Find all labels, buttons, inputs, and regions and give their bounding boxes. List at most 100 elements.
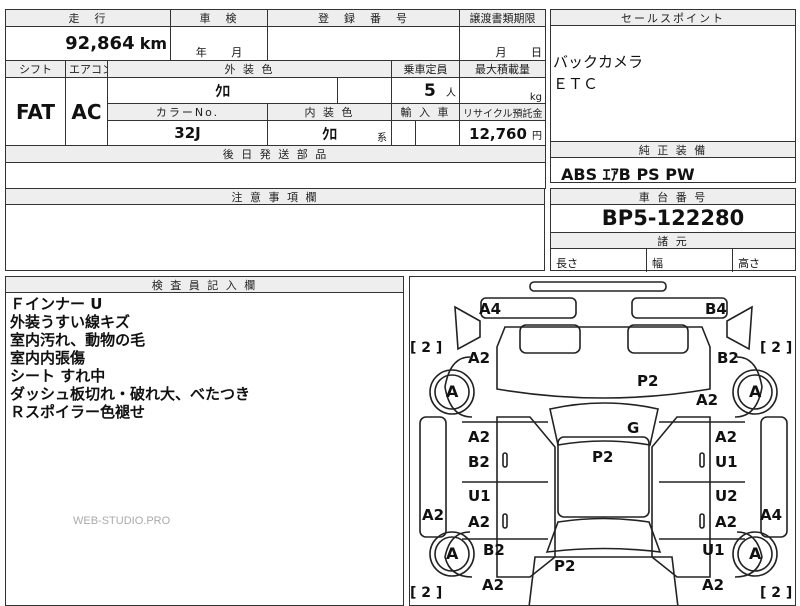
sales-point-item: バックカメラ: [553, 53, 644, 71]
bracket-bottom-right: [ 2 ]: [760, 585, 793, 601]
damage-mark-door-fr: A2: [715, 428, 738, 446]
exterior-color-extra: [337, 77, 393, 104]
chassis-label: 車 台 番 号: [551, 189, 795, 205]
inspection-cell: 年 月: [170, 26, 269, 61]
dimensions-row: 長さ 幅 高さ: [551, 249, 795, 272]
damage-mark-door-fl: A2: [468, 428, 491, 446]
tire-front-right: A: [749, 382, 762, 401]
recycle-value: 12,760: [469, 124, 527, 143]
damage-mark-fender-right-2: A2: [696, 391, 719, 409]
damage-mark-door-rr-2: A2: [715, 513, 738, 531]
inspector-note: ダッシュ板切れ・破れ大、べたつき: [10, 385, 251, 403]
damage-mark-quarter-right: U1: [702, 541, 725, 559]
transfer-cell: 月 日: [459, 26, 547, 61]
damage-mark-door-rl: U1: [468, 487, 491, 505]
recycle-cell: 12,760 円: [459, 120, 547, 146]
aircon-label: エアコン: [65, 60, 108, 78]
width-label: 幅: [647, 249, 733, 272]
damage-mark-sill-right: A4: [760, 506, 783, 524]
sales-point-item: ＥＴＣ: [553, 75, 599, 93]
capacity-unit: 人: [446, 87, 457, 99]
bracket-bottom-left: [ 2 ]: [410, 585, 443, 601]
notes-box: 注 意 事 項 欄: [5, 188, 545, 271]
notes-label: 注 意 事 項 欄: [6, 189, 544, 205]
import-value-a: [391, 120, 417, 146]
transfer-deadline-label: 譲渡書類期限: [459, 9, 547, 27]
damage-mark-rear-left: A2: [482, 576, 505, 594]
damage-mark-sill-left: A2: [422, 506, 445, 524]
sales-point-label: セールスポイント: [551, 10, 795, 26]
later-parts-value: [4, 162, 547, 189]
shift-value: FAT: [5, 77, 66, 146]
registration-label: 登 録 番 号: [267, 9, 461, 27]
exterior-color-value: ｸﾛ: [106, 77, 339, 104]
damage-mark-rear-right: A2: [702, 576, 725, 594]
chassis-box: 車 台 番 号 BP5-122280 諸 元 長さ 幅 高さ: [550, 188, 796, 272]
damage-mark-front-right: B4: [705, 300, 727, 318]
height-label: 高さ: [738, 257, 760, 270]
damage-diagram-box: A4 B4 [ 2 ] [ 2 ] A2 P2 B2 A2 A A G A2 B…: [409, 276, 796, 606]
inspection-year: 年: [195, 46, 207, 59]
damage-mark-hood: P2: [637, 372, 659, 390]
registration-value: [267, 26, 461, 61]
equipment-label: 純 正 装 備: [551, 142, 795, 158]
tire-rear-left: A: [446, 544, 459, 563]
inspector-label: 検 査 員 記 入 欄: [6, 277, 403, 293]
inspector-box: 検 査 員 記 入 欄 Ｆインナー U 外装うすい線キズ 室内汚れ、動物の毛 室…: [5, 276, 404, 606]
damage-mark-roof: P2: [592, 448, 614, 466]
inspector-notes-list: Ｆインナー U 外装うすい線キズ 室内汚れ、動物の毛 室内内張傷 シート すれ中…: [6, 293, 403, 421]
capacity-cell: 5 人: [391, 77, 461, 104]
import-value-b: [415, 120, 461, 146]
tire-rear-right: A: [749, 544, 762, 563]
interior-color-suffix: 系: [377, 133, 388, 144]
damage-mark-front-left: A4: [479, 300, 502, 318]
mileage-value: 92,864: [65, 33, 135, 54]
vehicle-info-table: 走 行 車 検 登 録 番 号 譲渡書類期限 92,864 km 年 月 月 日…: [4, 9, 547, 189]
length-label: 長さ: [551, 249, 647, 272]
damage-mark-hood-left: A2: [468, 349, 491, 367]
inspection-month: 月: [231, 46, 243, 59]
damage-mark-door-rr: U2: [715, 487, 738, 505]
sales-point-list: バックカメラ ＥＴＣ: [551, 26, 795, 95]
color-no-label: カラーNo.: [106, 103, 269, 121]
interior-color-cell: ｸﾛ 系: [267, 120, 393, 146]
bracket-top-right: [ 2 ]: [760, 340, 793, 356]
inspector-note: Ｒスポイラー色褪せ: [10, 403, 146, 421]
chassis-value: BP5-122280: [551, 205, 795, 233]
mileage-cell: 92,864 km: [4, 26, 172, 61]
recycle-unit: 円: [532, 130, 543, 142]
sales-point-box: セールスポイント バックカメラ ＥＴＣ: [550, 9, 796, 142]
max-load-unit: kg: [459, 77, 547, 104]
shift-label: シフト: [5, 60, 66, 78]
damage-mark-door-fr-2: U1: [715, 453, 738, 471]
mileage-label: 走 行: [4, 9, 172, 27]
damage-mark-fender-right: B2: [717, 349, 739, 367]
watermark: WEB-STUDIO.PRO: [73, 515, 171, 527]
interior-color-label: 内 装 色: [267, 103, 393, 121]
damage-mark-quarter-left: B2: [483, 541, 505, 559]
damage-mark-door-fl-2: B2: [468, 453, 490, 471]
tire-front-left: A: [446, 382, 459, 401]
inspector-note: 室内内張傷: [10, 349, 86, 367]
recycle-label: リサイクル預託金: [459, 103, 547, 121]
inspector-note: シート すれ中: [10, 367, 106, 385]
inspector-note: 外装うすい線キズ: [10, 313, 131, 331]
later-parts-label: 後 日 発 送 部 品: [4, 145, 547, 163]
inspection-label: 車 検: [170, 9, 269, 27]
transfer-day: 日: [531, 46, 543, 59]
capacity-label: 乗車定員: [391, 60, 461, 78]
capacity-value: 5: [424, 80, 436, 101]
exterior-color-label: 外 装 色: [106, 60, 393, 78]
damage-mark-windshield: G: [627, 419, 640, 437]
dimensions-label: 諸 元: [551, 233, 795, 249]
max-load-label: 最大積載量: [459, 60, 547, 78]
damage-mark-door-rl-2: A2: [468, 513, 491, 531]
inspector-note: 室内汚れ、動物の毛: [10, 331, 146, 349]
damage-mark-trunk: P2: [554, 557, 576, 575]
equipment-value: ABS ｴｱB PS PW: [561, 165, 695, 184]
inspector-note: Ｆインナー U: [10, 295, 103, 313]
import-label: 輸 入 車: [391, 103, 461, 121]
transfer-month: 月: [495, 46, 507, 59]
aircon-value: AC: [65, 77, 108, 146]
color-no-value: 32J: [106, 120, 269, 146]
